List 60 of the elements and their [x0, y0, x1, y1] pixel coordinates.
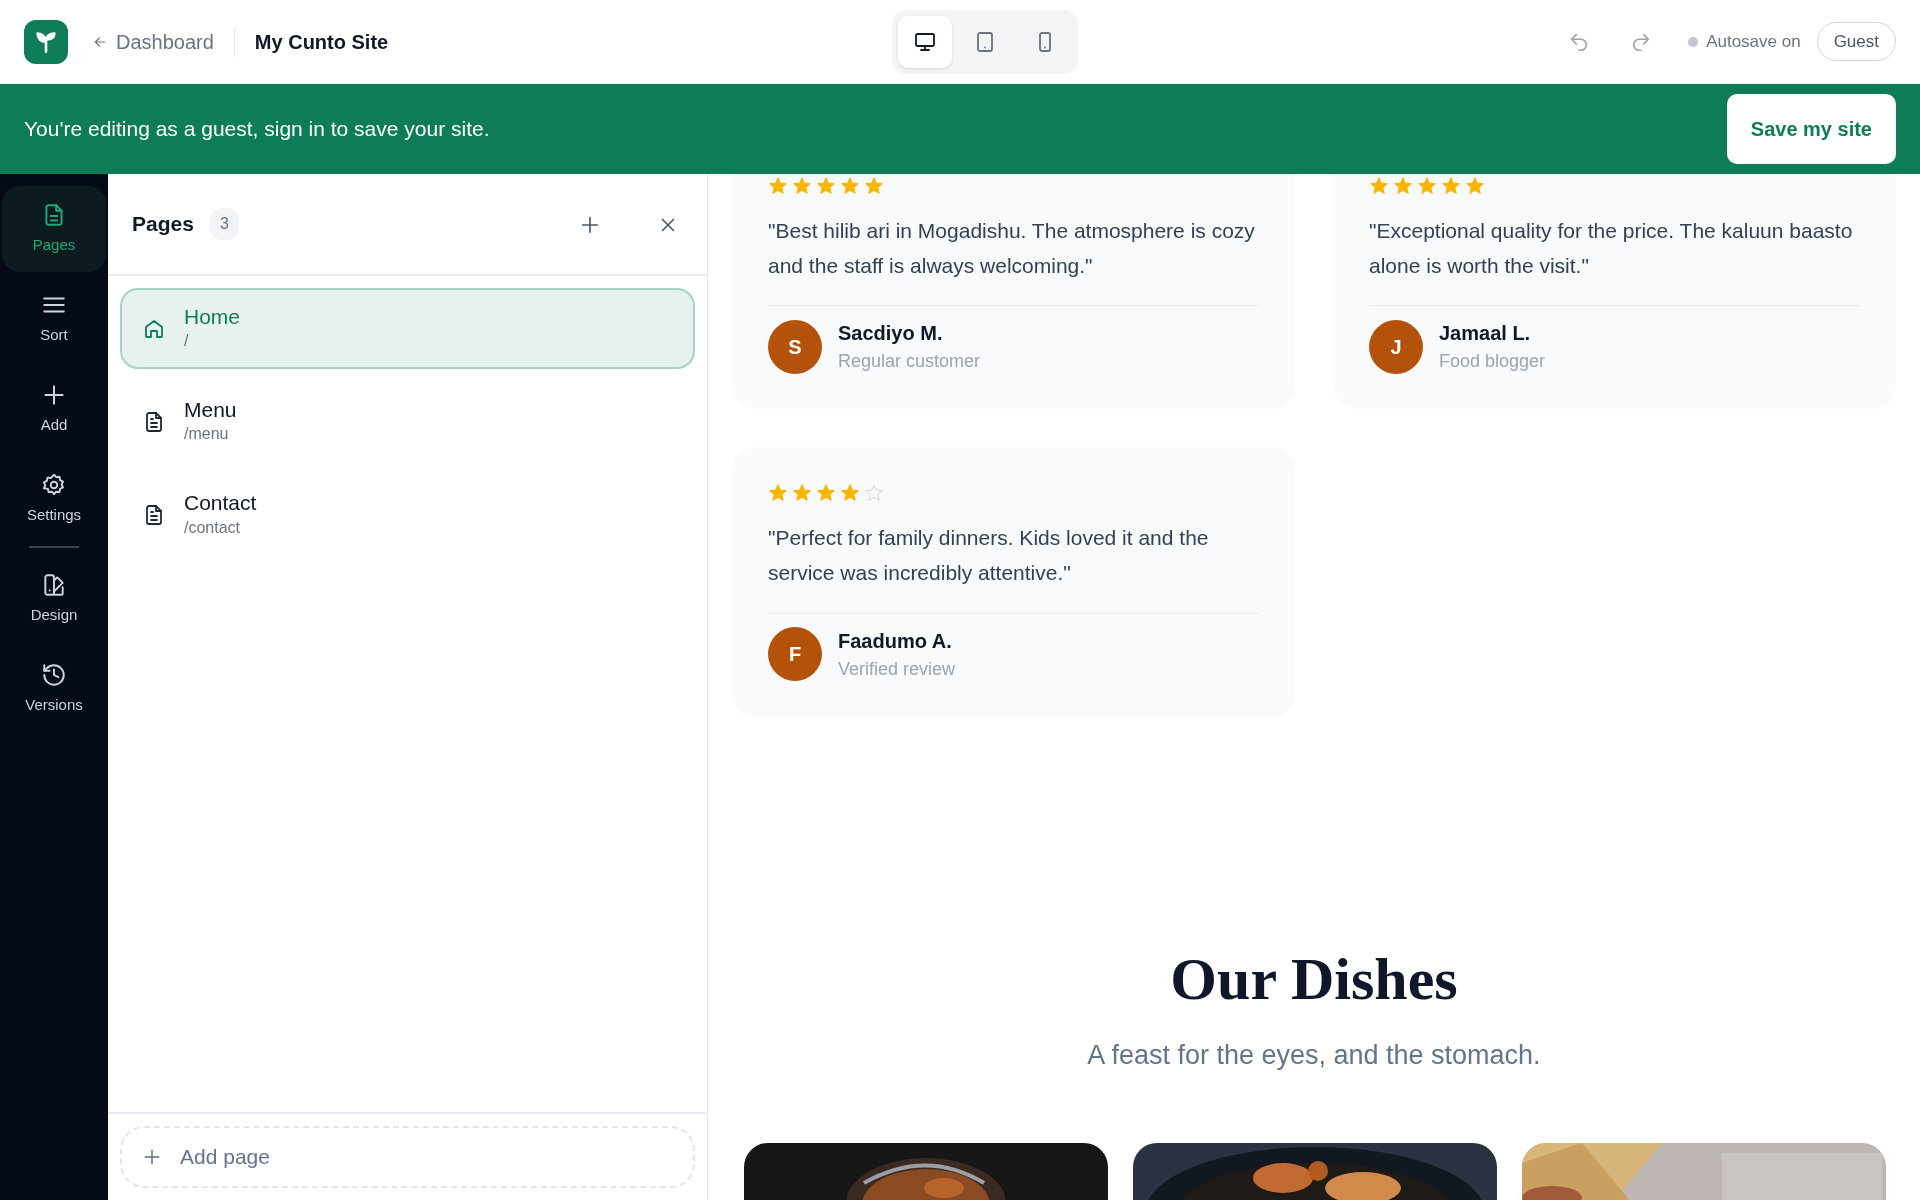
rail-tab[interactable]: Pages: [2, 186, 106, 272]
history-icon: [41, 661, 67, 688]
panel-title: Pages: [132, 211, 194, 238]
star-icon: [1369, 176, 1389, 196]
star-icon: [864, 483, 884, 504]
avatar: S: [768, 319, 822, 374]
save-site-button[interactable]: Save my site: [1726, 94, 1896, 164]
star-icon: [792, 483, 812, 504]
section-subtitle: A feast for the eyes, and the stomach.: [1086, 1038, 1542, 1072]
star-icon: [840, 483, 860, 504]
review-quote: "Exceptional quality for the price. The kaluun baasto alone is worth the visit.": [1369, 218, 1854, 279]
reviewer-role: Food blogger: [1439, 350, 1546, 374]
review-quote: "Best hilib ari in Mogadishu. The atmosphere is cozy and the staff is always welcoming.": [768, 218, 1256, 279]
star-icon: [816, 176, 836, 196]
star-icon: [768, 176, 788, 196]
rail-tab[interactable]: Add: [2, 366, 106, 452]
page-name: Contact: [184, 490, 257, 516]
avatar: F: [768, 627, 822, 682]
desktop-view-button[interactable]: [898, 15, 953, 68]
logo-icon[interactable]: [24, 19, 68, 64]
add-page-button[interactable]: Add page: [120, 1126, 695, 1188]
page-count: 3: [209, 208, 239, 240]
back-link[interactable]: Dashboard: [92, 26, 214, 57]
section-heading: Our Dishes: [1169, 948, 1459, 1009]
autosave-status: Autosave on: [1706, 30, 1801, 53]
star-icon: [864, 176, 884, 196]
avatar: J: [1369, 319, 1423, 374]
plus-icon: [142, 1147, 162, 1167]
settings-icon: [41, 471, 67, 498]
banner-message: You're editing as a guest, sign in to save your site.: [24, 116, 490, 143]
site-name: My Cunto Site: [254, 29, 389, 55]
rail-tab[interactable]: Sort: [2, 276, 106, 362]
reviewer-role: Regular customer: [838, 350, 981, 374]
star-icon: [1393, 176, 1413, 196]
reviewer-name: Sacdiyo M.: [838, 321, 944, 347]
page-name: Home: [184, 304, 241, 330]
guest-button[interactable]: Guest: [1816, 21, 1896, 62]
reviewer-name: Jamaal L.: [1439, 321, 1532, 347]
star-icon: [1465, 176, 1485, 196]
star-icon: [792, 176, 812, 196]
page-list-item[interactable]: Menu /menu: [120, 381, 695, 463]
review-quote: "Perfect for family dinners. Kids loved it and the service was incredibly attentive.": [768, 525, 1210, 586]
reviewer-role: Verified review: [838, 657, 956, 681]
star-icon: [840, 176, 860, 196]
page-path: /menu: [184, 424, 230, 445]
rail-tab[interactable]: Versions: [2, 646, 106, 732]
rail-tab[interactable]: Settings: [2, 456, 106, 542]
page-list-item[interactable]: Contact /contact: [120, 474, 695, 556]
page-path: /contact: [184, 517, 242, 538]
page-list-item[interactable]: Home /: [120, 288, 695, 370]
page-name: Menu: [184, 397, 237, 423]
swatch-icon: [41, 571, 67, 598]
status-dot: [1688, 36, 1699, 47]
star-icon: [1417, 176, 1437, 196]
star-icon: [768, 483, 788, 504]
page-path: /: [184, 331, 190, 352]
star-icon: [816, 483, 836, 504]
reviewer-name: Faadumo A.: [838, 628, 953, 654]
star-icon: [1441, 176, 1461, 196]
rail-tab[interactable]: Design: [2, 556, 106, 642]
